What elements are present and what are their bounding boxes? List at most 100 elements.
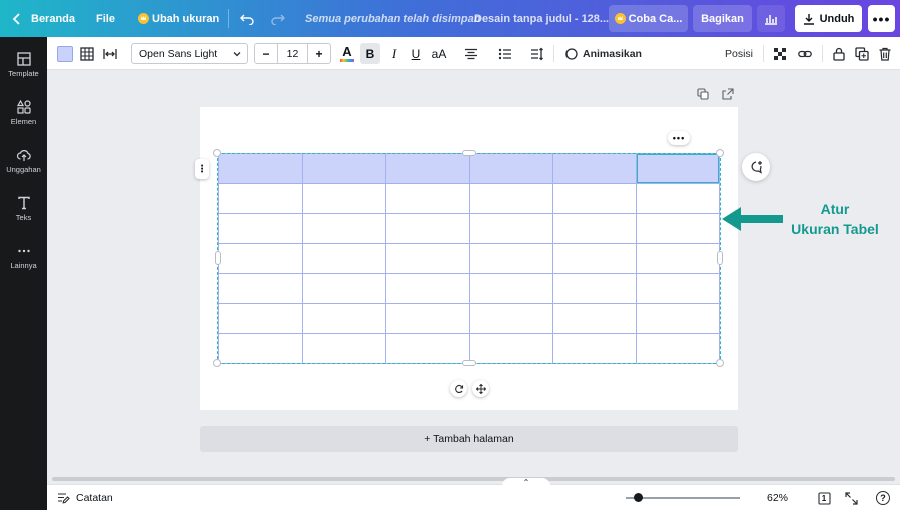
text-color-button[interactable]: A xyxy=(338,37,356,70)
move-icon[interactable] xyxy=(472,380,489,397)
rotate-icon[interactable] xyxy=(450,380,467,397)
trash-icon[interactable] xyxy=(876,37,894,70)
duplicate-icon[interactable] xyxy=(853,37,871,70)
transparency-icon[interactable] xyxy=(771,37,789,70)
resize-handle-top[interactable] xyxy=(462,150,476,156)
sidebar-item-uploads[interactable]: Unggahan xyxy=(0,138,47,182)
notes-button[interactable]: Catatan xyxy=(57,485,113,510)
table-cell[interactable] xyxy=(301,183,386,214)
link-icon[interactable] xyxy=(796,37,814,70)
font-family-select[interactable]: Open Sans Light xyxy=(131,43,248,64)
table-cell[interactable] xyxy=(552,303,637,334)
chevron-left-icon[interactable] xyxy=(12,0,22,37)
table-cell[interactable] xyxy=(635,333,720,364)
table-cell[interactable] xyxy=(218,213,303,244)
table-cell[interactable] xyxy=(468,213,553,244)
table-cell[interactable] xyxy=(301,153,386,184)
table-cell[interactable] xyxy=(552,153,637,184)
animate-button[interactable]: Animasikan xyxy=(564,37,642,70)
decrease-font-button[interactable]: − xyxy=(255,44,277,63)
table-cell[interactable] xyxy=(385,273,470,304)
add-page-button[interactable]: + Tambah halaman xyxy=(200,426,738,452)
table-cell[interactable] xyxy=(218,303,303,334)
scrollbar-thumb[interactable] xyxy=(52,477,895,481)
table-cell[interactable] xyxy=(301,213,386,244)
undo-icon[interactable] xyxy=(240,0,254,37)
align-center-icon[interactable] xyxy=(462,37,480,70)
table-cell[interactable] xyxy=(301,333,386,364)
zoom-level[interactable]: 62% xyxy=(767,485,788,510)
collapse-pages-button[interactable]: ⌃ xyxy=(502,478,550,487)
lock-icon[interactable] xyxy=(830,37,848,70)
table-cell[interactable] xyxy=(301,243,386,274)
help-icon[interactable]: ? xyxy=(876,491,890,505)
table-cell[interactable] xyxy=(385,183,470,214)
table-cell[interactable] xyxy=(218,153,303,184)
table-cell[interactable] xyxy=(385,333,470,364)
file-menu[interactable]: File xyxy=(96,0,115,37)
redo-icon[interactable] xyxy=(271,0,285,37)
fullscreen-icon[interactable] xyxy=(843,490,859,506)
table-cell[interactable] xyxy=(385,243,470,274)
share-page-icon[interactable] xyxy=(722,88,736,102)
resize-handle-top-left[interactable] xyxy=(213,149,221,157)
selected-table-cell[interactable] xyxy=(635,153,720,184)
table-cell[interactable] xyxy=(635,213,720,244)
sidebar-item-text[interactable]: Teks xyxy=(0,186,47,230)
table-cell[interactable] xyxy=(468,153,553,184)
page-count-button[interactable]: 1 xyxy=(816,490,832,506)
table-cell[interactable] xyxy=(468,183,553,214)
resize-handle-top-right[interactable] xyxy=(716,149,724,157)
line-spacing-icon[interactable] xyxy=(528,37,546,70)
table-cell[interactable] xyxy=(385,303,470,334)
table-cell[interactable] xyxy=(552,183,637,214)
copy-page-icon[interactable] xyxy=(697,88,711,102)
more-options-button[interactable]: ••• xyxy=(868,5,895,32)
sidebar-item-elements[interactable]: Elemen xyxy=(0,90,47,134)
table-cell[interactable] xyxy=(385,213,470,244)
resize-handle-bottom-left[interactable] xyxy=(213,359,221,367)
letter-case-button[interactable]: aA xyxy=(429,37,449,70)
sidebar-item-template[interactable]: Template xyxy=(0,42,47,86)
table-grid[interactable] xyxy=(218,153,720,364)
resize-button[interactable]: Ubah ukuran xyxy=(138,0,219,37)
table-cell[interactable] xyxy=(552,243,637,274)
resize-handle-bottom[interactable] xyxy=(462,360,476,366)
table-cell[interactable] xyxy=(635,183,720,214)
table-cell[interactable] xyxy=(301,303,386,334)
resize-handle-bottom-right[interactable] xyxy=(716,359,724,367)
table-cell[interactable] xyxy=(218,183,303,214)
table-cell[interactable] xyxy=(635,243,720,274)
resize-handle-right[interactable] xyxy=(717,251,723,265)
table-cell[interactable] xyxy=(218,273,303,304)
share-button[interactable]: Bagikan xyxy=(693,5,752,32)
table-cell[interactable] xyxy=(218,243,303,274)
table-cell[interactable] xyxy=(385,153,470,184)
add-comment-icon[interactable] xyxy=(742,153,770,181)
analytics-icon[interactable] xyxy=(757,5,785,32)
table-cell[interactable] xyxy=(468,243,553,274)
bullet-list-icon[interactable] xyxy=(496,37,514,70)
sidebar-item-more[interactable]: Lainnya xyxy=(0,234,47,278)
table-cell[interactable] xyxy=(468,333,553,364)
table-cell[interactable] xyxy=(635,273,720,304)
table-cell[interactable] xyxy=(552,213,637,244)
italic-button[interactable]: I xyxy=(385,37,403,70)
cell-spacing-icon[interactable] xyxy=(101,37,119,70)
zoom-slider-handle[interactable] xyxy=(634,493,643,502)
table[interactable] xyxy=(218,153,720,364)
table-cell[interactable] xyxy=(468,273,553,304)
table-cell[interactable] xyxy=(635,303,720,334)
increase-font-button[interactable]: + xyxy=(308,44,330,63)
table-cell[interactable] xyxy=(218,333,303,364)
underline-button[interactable]: U xyxy=(407,37,425,70)
horizontal-scrollbar[interactable] xyxy=(47,474,900,484)
resize-handle-left[interactable] xyxy=(215,251,221,265)
try-canva-pro-button[interactable]: Coba Ca... xyxy=(609,5,688,32)
position-button[interactable]: Posisi xyxy=(721,37,757,70)
zoom-slider[interactable] xyxy=(626,497,740,499)
bold-button[interactable]: B xyxy=(360,43,380,64)
document-name[interactable]: Desain tanpa judul - 128... xyxy=(474,0,609,37)
table-grid-icon[interactable] xyxy=(78,37,96,70)
home-button[interactable]: Beranda xyxy=(31,0,75,37)
